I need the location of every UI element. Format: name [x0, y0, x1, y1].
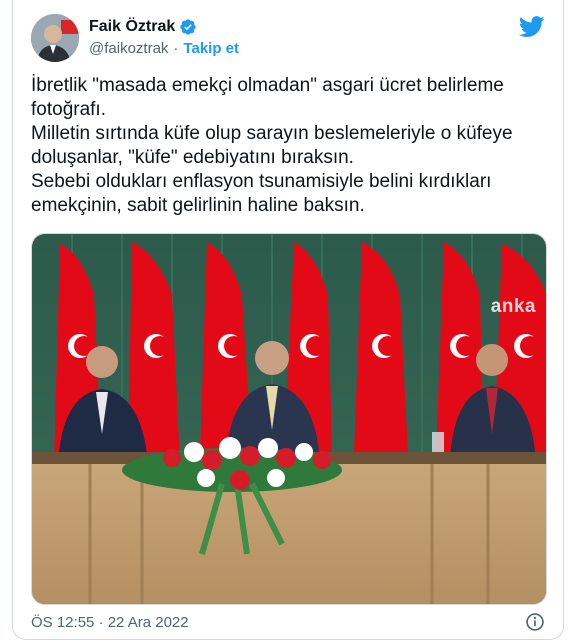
media-photo [32, 234, 546, 604]
separator-dot: · [173, 40, 179, 57]
author-avatar[interactable] [31, 14, 79, 62]
avatar-image [31, 14, 79, 62]
media-watermark: anka [490, 296, 536, 317]
author-name[interactable]: Faik Öztrak [89, 18, 175, 36]
verified-badge-icon [180, 19, 196, 35]
twitter-bird-icon[interactable] [519, 16, 545, 38]
tweet-media[interactable]: anka [31, 233, 547, 605]
tweet-text: İbretlik "masada emekçi olmadan" asgari … [31, 75, 513, 216]
tweet-card: Faik Öztrak @faikoztrak · Takip et İbret… [12, 0, 564, 640]
info-icon[interactable] [525, 612, 545, 632]
author-handle[interactable]: @faikoztrak [89, 40, 168, 57]
tweet-timestamp[interactable]: ÖS 12:55 · 22 Ara 2022 [31, 614, 189, 631]
follow-button[interactable]: Takip et [183, 40, 239, 57]
